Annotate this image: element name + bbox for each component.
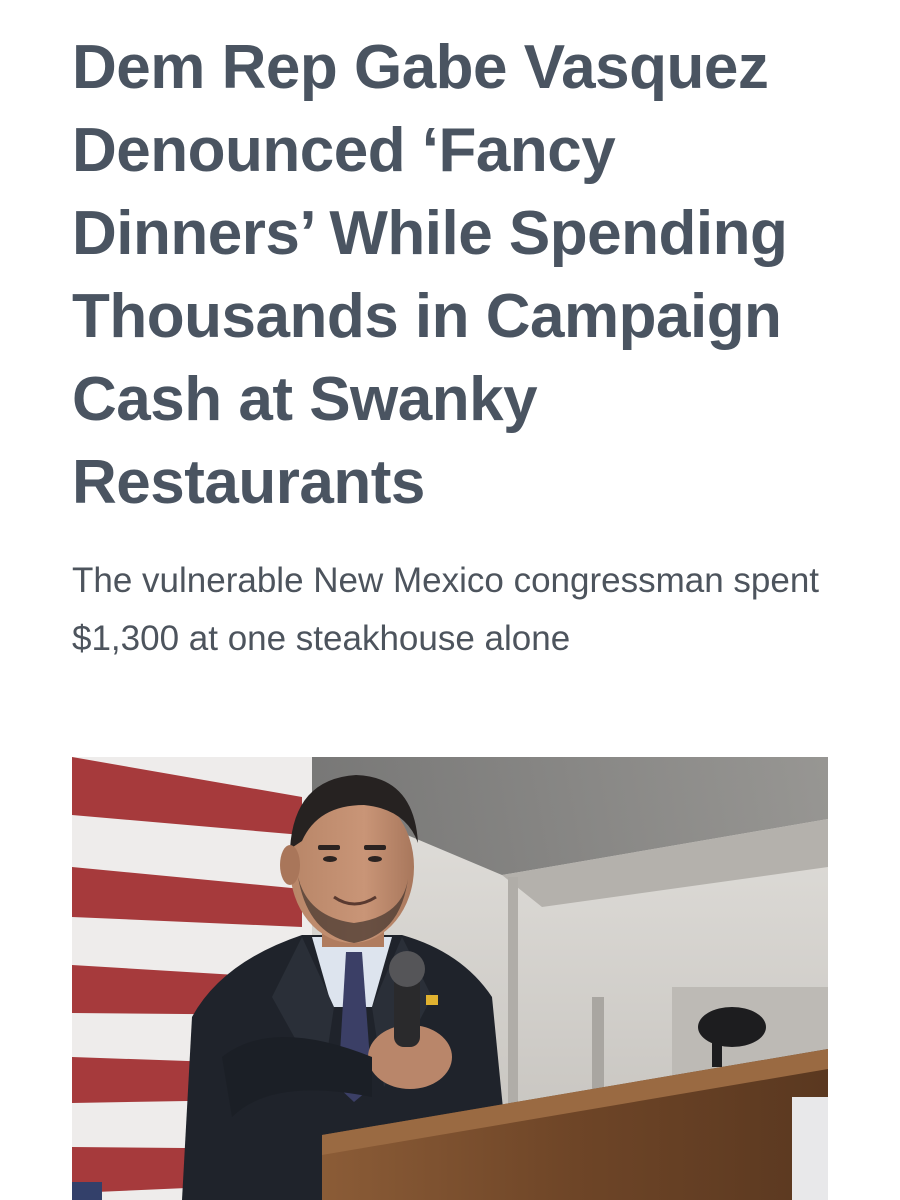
hero-photo xyxy=(72,757,828,1200)
hero-photo-illustration xyxy=(72,757,828,1200)
article-headline: Dem Rep Gabe Vasquez Denounced ‘Fancy Di… xyxy=(72,33,788,517)
lapel-pin xyxy=(426,995,438,1005)
article: Dem Rep Gabe Vasquez Denounced ‘Fancy Di… xyxy=(0,0,900,1200)
article-subheadline: The vulnerable New Mexico congressman sp… xyxy=(72,561,820,658)
